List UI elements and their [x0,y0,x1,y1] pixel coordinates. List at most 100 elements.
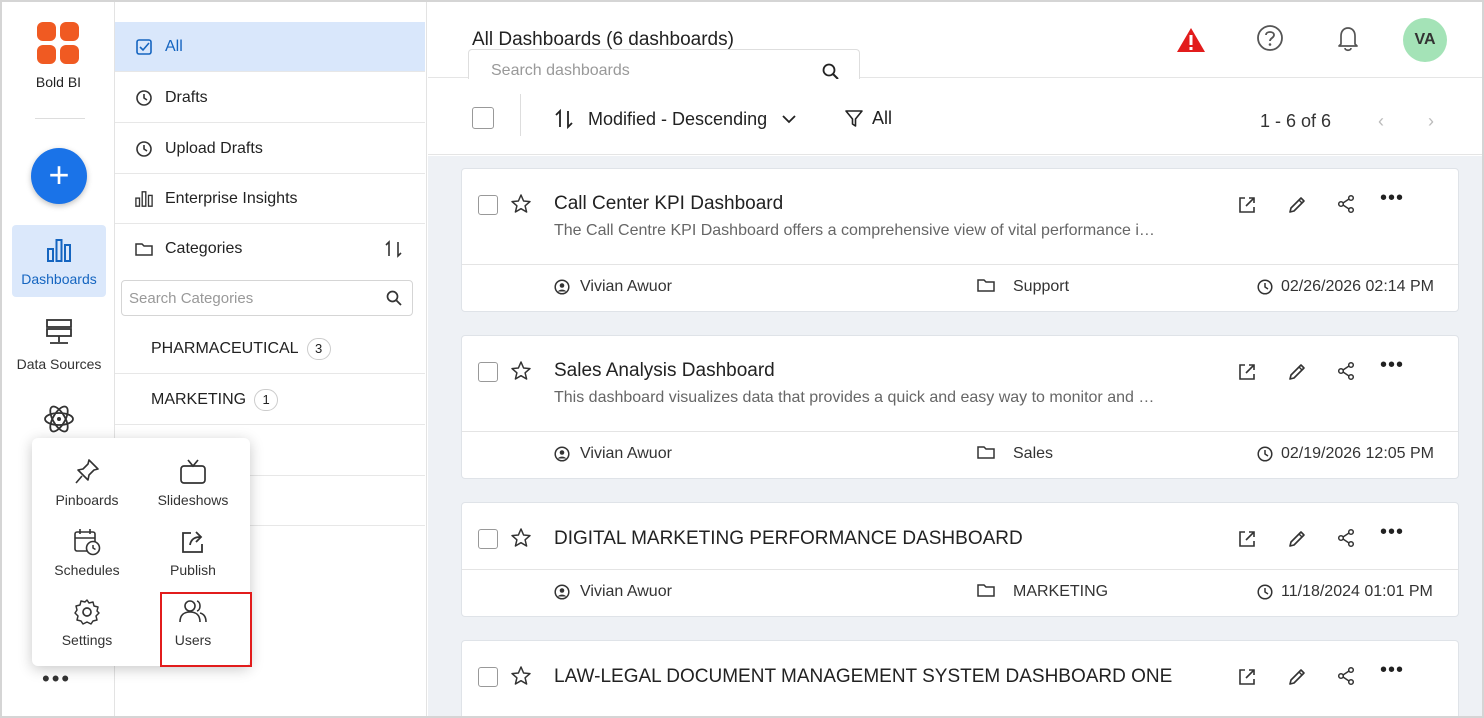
sidebar-item-enterprise-insights[interactable]: Enterprise Insights [115,174,425,224]
open-external-icon[interactable] [1237,362,1257,382]
sidebar-item-categories[interactable]: Categories [115,224,425,274]
menu-item-label: Settings [61,632,113,648]
favorite-star-icon[interactable] [510,665,532,687]
card-checkbox[interactable] [478,195,498,215]
sidebar-item-all[interactable]: All [115,22,425,72]
atom-icon [44,405,74,433]
category-name: MARKETING [1013,583,1109,600]
filter-dropdown[interactable]: All [844,108,892,129]
category-item[interactable]: PHARMACEUTICAL 3 [115,324,425,374]
menu-item-publish[interactable]: Publish [148,528,238,578]
more-options-icon[interactable]: ••• [42,666,71,692]
edit-pencil-icon[interactable] [1287,667,1307,687]
rail-item-data-sources[interactable]: Data Sources [12,318,106,378]
menu-item-schedules[interactable]: Schedules [42,528,132,578]
category-name: MARKETING [151,390,247,408]
card-checkbox[interactable] [478,529,498,549]
share-icon[interactable] [1336,194,1356,214]
menu-item-settings[interactable]: Settings [42,598,132,648]
dashboard-title[interactable]: DIGITAL MARKETING PERFORMANCE DASHBOARD [554,528,1023,550]
menu-item-slideshows[interactable]: Slideshows [148,458,238,508]
share-icon[interactable] [1336,666,1356,686]
favorite-star-icon[interactable] [510,193,532,215]
favorite-star-icon[interactable] [510,527,532,549]
open-external-icon[interactable] [1237,529,1257,549]
filter-label: All [872,108,893,128]
dashboard-list: Call Center KPI Dashboard The Call Centr… [428,156,1482,716]
card-checkbox[interactable] [478,362,498,382]
clock-icon [1257,584,1273,600]
user-circle-icon [554,446,570,462]
more-options-icon[interactable]: ••• [1380,354,1404,377]
select-all-checkbox[interactable] [472,107,494,129]
edit-pencil-icon[interactable] [1287,195,1307,215]
edit-pencil-icon[interactable] [1287,362,1307,382]
user-circle-icon [554,279,570,295]
clock-icon [135,140,153,158]
edit-pencil-icon[interactable] [1287,529,1307,549]
dashboard-title[interactable]: LAW-LEGAL DOCUMENT MANAGEMENT SYSTEM DAS… [554,666,1172,688]
favorite-star-icon[interactable] [510,360,532,382]
more-options-icon[interactable]: ••• [1380,187,1404,210]
more-options-icon[interactable]: ••• [1380,659,1404,682]
page-title: All Dashboards (6 dashboards) [472,29,734,50]
folder-icon [977,584,995,597]
dashboard-owner: Vivian Awuor [554,583,672,601]
checkbox-icon [135,38,153,56]
list-toolbar: Modified - Descending All 1 - 6 of 6 ‹ › [428,79,1482,155]
dashboard-modified: 02/19/2026 12:05 PM [1257,445,1434,463]
dashboard-card[interactable]: Sales Analysis Dashboard This dashboard … [461,335,1459,479]
dashboard-category: Support [977,276,1070,295]
card-divider [462,264,1458,265]
notification-bell-icon[interactable] [1334,24,1362,52]
clock-icon [135,89,153,107]
folder-icon [135,241,153,257]
menu-item-label: Schedules [54,562,120,578]
create-new-button[interactable]: + [31,148,87,204]
dashboard-description: This dashboard visualizes data that prov… [554,389,1155,406]
sort-icon [555,108,573,130]
rail-item-dashboards[interactable]: Dashboards [12,225,106,297]
prev-page-icon[interactable]: ‹ [1378,111,1384,132]
clock-icon [1257,446,1273,462]
folder-icon [977,279,995,292]
card-divider [462,431,1458,432]
menu-item-pinboards[interactable]: Pinboards [42,458,132,508]
pin-icon [75,459,99,484]
search-icon[interactable] [822,63,839,80]
dashboard-owner: Vivian Awuor [554,445,672,463]
user-avatar[interactable]: VA [1403,18,1447,62]
sidebar-item-drafts[interactable]: Drafts [115,73,425,123]
share-icon[interactable] [1336,528,1356,548]
sort-dropdown[interactable]: Modified - Descending [554,108,797,130]
server-icon [46,319,72,344]
open-external-icon[interactable] [1237,195,1257,215]
dashboard-title[interactable]: Sales Analysis Dashboard [554,360,775,382]
owner-name: Vivian Awuor [580,278,672,295]
help-icon[interactable] [1256,24,1284,52]
alert-warning-icon[interactable] [1176,26,1206,54]
rail-item-atom[interactable] [12,402,106,442]
next-page-icon[interactable]: › [1428,111,1434,132]
publish-icon [182,531,203,553]
dashboard-search-input[interactable]: Search dashboards [468,49,860,80]
category-search-input[interactable]: Search Categories [121,280,413,316]
chevron-down-icon [782,115,796,124]
rail-item-label: Data Sources [16,356,102,372]
bold-bi-logo-icon[interactable] [35,20,81,66]
search-icon[interactable] [386,290,402,306]
dashboard-card[interactable]: Call Center KPI Dashboard The Call Centr… [461,168,1459,312]
dashboard-card[interactable]: LAW-LEGAL DOCUMENT MANAGEMENT SYSTEM DAS… [461,640,1459,716]
more-options-icon[interactable]: ••• [1380,521,1404,544]
sort-toggle-icon[interactable] [383,238,405,260]
sidebar-item-label: Categories [165,240,243,257]
open-external-icon[interactable] [1237,667,1257,687]
share-icon[interactable] [1336,361,1356,381]
category-item[interactable]: MARKETING 1 [115,375,425,425]
card-checkbox[interactable] [478,667,498,687]
category-name: Support [1013,278,1070,295]
sidebar-item-upload-drafts[interactable]: Upload Drafts [115,124,425,174]
dashboard-card[interactable]: DIGITAL MARKETING PERFORMANCE DASHBOARD … [461,502,1459,617]
dashboard-title[interactable]: Call Center KPI Dashboard [554,193,783,215]
bar-chart-icon [135,190,153,208]
